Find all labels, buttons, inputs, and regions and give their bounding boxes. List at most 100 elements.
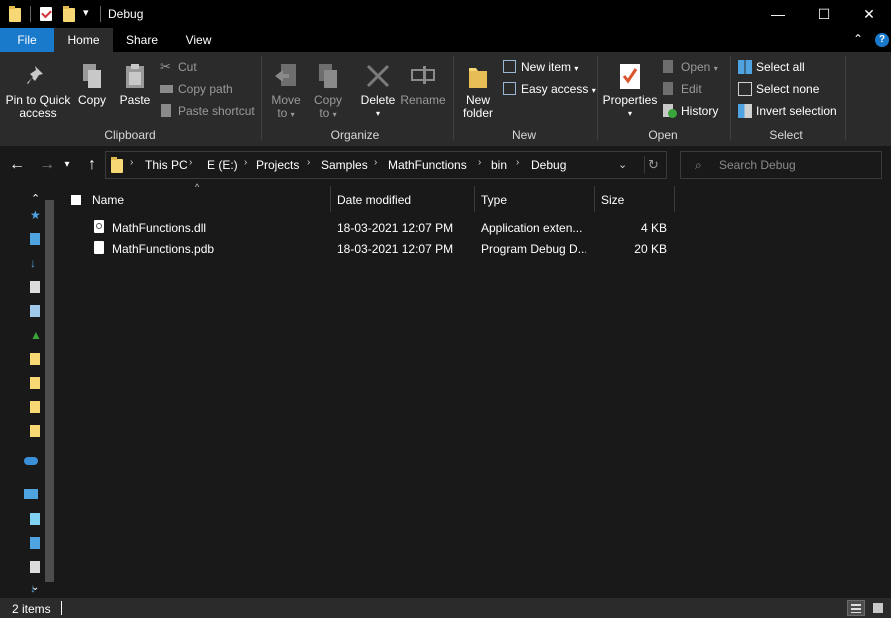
column-header-name[interactable]: Name xyxy=(92,188,124,212)
breadcrumb-projects[interactable]: Projects xyxy=(256,158,299,172)
navpane-scrollbar-thumb[interactable] xyxy=(45,200,54,582)
delete-button[interactable]: Delete ▾ xyxy=(358,56,398,120)
table-row[interactable]: MathFunctions.pdb 18-03-2021 12:07 PM Pr… xyxy=(88,239,686,260)
edit-icon xyxy=(663,82,673,95)
column-divider[interactable] xyxy=(674,186,675,212)
customize-qa-dropdown-icon[interactable]: ▾ xyxy=(83,6,89,19)
tab-file[interactable]: File xyxy=(0,28,54,52)
navigation-bar: ← → ▾ ↑ › This PC › E (E:) › Projects › … xyxy=(0,146,891,184)
divider xyxy=(30,6,31,22)
recent-locations-chevron-icon[interactable]: ▾ xyxy=(60,154,74,176)
search-input[interactable] xyxy=(719,157,869,173)
file-date: 18-03-2021 12:07 PM xyxy=(337,221,454,235)
desktop-icon[interactable] xyxy=(30,233,40,245)
documents-icon[interactable] xyxy=(30,281,40,293)
blank-file-icon xyxy=(94,241,104,254)
breadcrumb-separator-icon[interactable]: › xyxy=(478,157,481,168)
address-bar[interactable]: › This PC › E (E:) › Projects › Samples … xyxy=(105,151,667,179)
search-box[interactable]: ⌕ xyxy=(680,151,882,179)
select-all-checkbox[interactable] xyxy=(71,195,81,205)
3d-objects-icon[interactable] xyxy=(30,513,40,525)
paste-label: Paste xyxy=(119,93,151,107)
maximize-button[interactable]: ☐ xyxy=(801,0,847,28)
breadcrumb-drive-e[interactable]: E (E:) xyxy=(207,158,238,172)
open-button[interactable]: Open ▾ xyxy=(661,58,718,76)
history-button[interactable]: History xyxy=(661,102,718,120)
this-pc-icon[interactable] xyxy=(24,489,38,499)
cut-button[interactable]: ✂ Cut xyxy=(158,58,197,76)
new-folder-button[interactable]: New folder xyxy=(458,56,498,120)
collapse-ribbon-icon[interactable]: ⌃ xyxy=(853,32,863,46)
forward-arrow-icon[interactable]: → xyxy=(36,154,58,176)
paste-shortcut-button[interactable]: Paste shortcut xyxy=(158,102,255,120)
breadcrumb-bin[interactable]: bin xyxy=(491,158,507,172)
delete-x-icon xyxy=(365,62,391,90)
breadcrumb-separator-icon[interactable]: › xyxy=(130,157,133,168)
breadcrumb-separator-icon[interactable]: › xyxy=(516,157,519,168)
quick-access-star-icon[interactable]: ★ xyxy=(30,209,41,221)
tab-home[interactable]: Home xyxy=(54,28,113,52)
navpane-scroll-up-icon[interactable]: ⌃ xyxy=(31,192,40,205)
column-divider[interactable] xyxy=(330,186,331,212)
folder-icon[interactable] xyxy=(30,425,40,437)
desktop-icon[interactable] xyxy=(30,537,40,549)
breadcrumb-separator-icon[interactable]: › xyxy=(189,157,192,168)
new-folder-label-line2: folder xyxy=(462,106,494,120)
column-header-size[interactable]: Size xyxy=(601,188,624,212)
breadcrumb-mathfunctions[interactable]: MathFunctions xyxy=(388,158,467,172)
refresh-icon[interactable]: ↻ xyxy=(648,157,659,173)
up-arrow-icon[interactable]: ↑ xyxy=(81,154,103,176)
breadcrumb-this-pc[interactable]: This PC xyxy=(145,158,188,172)
easy-access-button[interactable]: Easy access ▾ xyxy=(501,80,596,98)
invert-selection-label: Invert selection xyxy=(756,104,837,118)
column-divider[interactable] xyxy=(594,186,595,212)
clipboard-group-label: Clipboard xyxy=(104,128,156,142)
properties-qa-icon[interactable] xyxy=(40,7,52,21)
address-history-chevron-icon[interactable]: ⌄ xyxy=(618,158,627,171)
copy-to-button[interactable]: Copy to ▾ xyxy=(308,56,348,121)
ribbon-divider xyxy=(597,56,598,140)
back-arrow-icon[interactable]: ← xyxy=(6,154,28,176)
table-row[interactable]: MathFunctions.dll 18-03-2021 12:07 PM Ap… xyxy=(88,218,686,239)
new-item-button[interactable]: New item ▾ xyxy=(501,58,578,76)
details-view-icon[interactable] xyxy=(847,600,865,616)
column-header-type[interactable]: Type xyxy=(481,188,507,212)
pin-to-quick-access-button[interactable]: Pin to Quick access xyxy=(4,56,72,120)
tab-share[interactable]: Share xyxy=(113,28,171,52)
minimize-button[interactable]: — xyxy=(755,0,801,28)
breadcrumb-separator-icon[interactable]: › xyxy=(307,157,310,168)
move-to-button[interactable]: Move to ▾ xyxy=(266,56,306,121)
copy-path-button[interactable]: Copy path xyxy=(158,80,233,98)
edit-button[interactable]: Edit xyxy=(661,80,702,98)
easy-access-icon xyxy=(503,82,516,95)
folder-icon[interactable] xyxy=(30,377,40,389)
help-icon[interactable]: ? xyxy=(875,33,889,47)
large-icons-view-icon[interactable] xyxy=(869,600,887,616)
documents-icon[interactable] xyxy=(30,561,40,573)
drive-icon[interactable]: ▲ xyxy=(30,329,42,341)
tab-view[interactable]: View xyxy=(171,28,226,52)
breadcrumb-samples[interactable]: Samples xyxy=(321,158,368,172)
pictures-icon[interactable] xyxy=(30,305,40,317)
onedrive-cloud-icon[interactable] xyxy=(24,457,38,465)
ribbon-divider xyxy=(261,56,262,140)
copy-button[interactable]: Copy xyxy=(74,56,110,107)
downloads-icon[interactable]: ↓ xyxy=(30,257,40,269)
select-none-button[interactable]: Select none xyxy=(736,80,819,98)
column-header-date-modified[interactable]: Date modified xyxy=(337,188,411,212)
breadcrumb-separator-icon[interactable]: › xyxy=(244,157,247,168)
select-all-button[interactable]: Select all xyxy=(736,58,805,76)
rename-button[interactable]: Rename xyxy=(400,56,446,107)
paste-button[interactable]: Paste xyxy=(116,56,154,107)
properties-button[interactable]: Properties ▾ xyxy=(602,56,658,120)
folder-icon[interactable] xyxy=(30,353,40,365)
column-divider[interactable] xyxy=(474,186,475,212)
folder-icon[interactable] xyxy=(30,401,40,413)
new-folder-qa-icon[interactable] xyxy=(63,6,75,22)
breadcrumb-separator-icon[interactable]: › xyxy=(374,157,377,168)
navpane-scroll-down-icon[interactable]: ⌄ xyxy=(31,582,39,593)
invert-selection-button[interactable]: Invert selection xyxy=(736,102,837,120)
breadcrumb-debug[interactable]: Debug xyxy=(531,158,566,172)
open-dropdown-icon: ▾ xyxy=(713,64,718,73)
close-button[interactable]: ✕ xyxy=(846,0,891,28)
